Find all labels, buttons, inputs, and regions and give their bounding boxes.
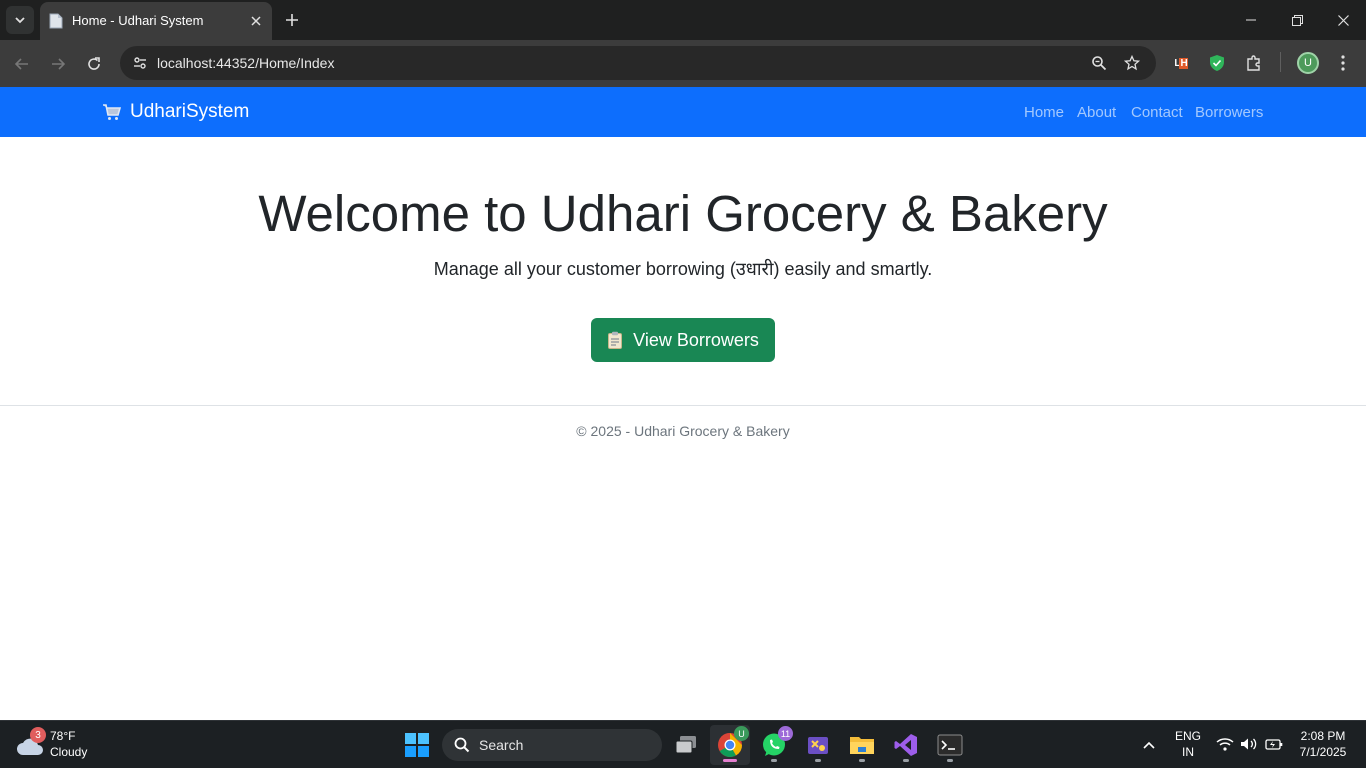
taskbar-search[interactable]: Search: [442, 729, 662, 761]
brand-name: UdhariSystem: [130, 101, 250, 122]
site-info-button[interactable]: [126, 49, 154, 77]
toolbar-divider: [1280, 52, 1281, 72]
region-label: IN: [1182, 745, 1194, 759]
reload-button[interactable]: [80, 50, 108, 78]
nav-about[interactable]: About: [1077, 104, 1116, 121]
search-icon: [454, 737, 470, 753]
snipping-tool-icon: [808, 737, 828, 754]
clock-time: 2:08 PM: [1300, 729, 1346, 743]
forward-button[interactable]: [44, 50, 72, 78]
wifi-icon: [1216, 738, 1234, 751]
clipboard-icon: [608, 331, 623, 349]
lighthouse-extension-button[interactable]: LH: [1168, 50, 1194, 76]
restore-button[interactable]: [1274, 0, 1320, 40]
restore-icon: [1291, 14, 1303, 26]
whatsapp-unread-badge: 11: [778, 726, 793, 741]
view-borrowers-label: View Borrowers: [633, 329, 759, 350]
arrow-right-icon: [52, 58, 66, 70]
zoom-icon: [1092, 56, 1107, 71]
taskbar-whatsapp[interactable]: 11: [754, 725, 794, 765]
nav-borrowers[interactable]: Borrowers: [1195, 104, 1263, 121]
tune-icon: [134, 57, 146, 69]
show-hidden-icons-button[interactable]: [1130, 725, 1168, 765]
browser-tab[interactable]: Home - Udhari System: [40, 2, 272, 40]
puzzle-icon: [1247, 55, 1260, 71]
chevron-down-icon: [15, 17, 25, 24]
browser-tab-strip: Home - Udhari System: [0, 0, 1366, 40]
page-subtitle: Manage all your customer borrowing (उधार…: [433, 259, 933, 279]
taskbar-task-view[interactable]: [666, 725, 706, 765]
taskbar-file-explorer[interactable]: [842, 725, 882, 765]
browser-toolbar: localhost:44352/Home/Index LH: [0, 40, 1366, 87]
running-indicator: [859, 759, 865, 762]
taskbar-snipping-tool[interactable]: [798, 725, 838, 765]
bookmark-button[interactable]: [1120, 51, 1144, 75]
brand-link[interactable]: UdhariSystem: [102, 101, 249, 123]
close-icon: [1337, 14, 1349, 26]
profile-avatar[interactable]: U: [1297, 52, 1319, 74]
back-button[interactable]: [8, 50, 36, 78]
windows-taskbar: 3 78°F Cloudy Search U 11 ENG IN 2:08 PM…: [0, 720, 1366, 768]
footer-copyright: © 2025 - Udhari Grocery & Bakery: [576, 423, 790, 439]
weather-condition: Cloudy: [50, 745, 88, 759]
plus-icon: [286, 14, 298, 26]
tab-search-button[interactable]: [6, 6, 34, 34]
minimize-button[interactable]: [1228, 0, 1274, 40]
tab-close-button[interactable]: [248, 13, 264, 29]
more-vertical-icon: [1341, 55, 1345, 71]
nav-home[interactable]: Home: [1024, 104, 1064, 121]
visual-studio-icon: [894, 734, 917, 756]
nav-contact[interactable]: Contact: [1131, 104, 1183, 121]
folder-icon: [850, 737, 874, 754]
view-borrowers-button[interactable]: View Borrowers: [591, 318, 775, 362]
weather-temperature: 78°F: [50, 729, 76, 743]
footer-divider: [0, 405, 1366, 406]
task-view-icon: [675, 736, 696, 754]
page-title: Welcome to Udhari Grocery & Bakery: [258, 185, 1108, 242]
reload-icon: [88, 57, 100, 70]
shield-extension-button[interactable]: [1204, 50, 1230, 76]
close-window-button[interactable]: [1320, 0, 1366, 40]
page-icon: [49, 13, 63, 29]
terminal-icon: [937, 734, 963, 756]
menu-button[interactable]: [1330, 50, 1356, 76]
shopping-cart-icon: [103, 104, 122, 120]
weather-alert-badge: 3: [30, 727, 46, 743]
clock[interactable]: 2:08 PM 7/1/2025: [1288, 727, 1358, 763]
active-indicator: [723, 759, 737, 762]
minimize-icon: [1246, 19, 1256, 21]
taskbar-terminal[interactable]: [930, 725, 970, 765]
start-button[interactable]: [397, 725, 437, 765]
shield-icon: [1210, 55, 1224, 71]
close-icon: [251, 16, 261, 26]
extensions-button[interactable]: [1241, 50, 1267, 76]
volume-icon: [1241, 738, 1257, 750]
zoom-button[interactable]: [1087, 51, 1111, 75]
tab-title: Home - Udhari System: [72, 13, 204, 28]
running-indicator: [771, 759, 777, 762]
arrow-left-icon: [14, 58, 28, 70]
system-tray-status[interactable]: [1212, 731, 1286, 759]
address-bar[interactable]: localhost:44352/Home/Index: [120, 46, 1156, 80]
new-tab-button[interactable]: [280, 8, 304, 32]
lighthouse-icon: LH: [1174, 57, 1188, 69]
search-label: Search: [479, 737, 524, 753]
taskbar-visual-studio[interactable]: [886, 725, 926, 765]
url-text[interactable]: localhost:44352/Home/Index: [157, 55, 334, 71]
running-indicator: [947, 759, 953, 762]
taskbar-chrome[interactable]: U: [710, 725, 750, 765]
running-indicator: [815, 759, 821, 762]
chrome-profile-badge: U: [734, 726, 749, 741]
language-indicator[interactable]: ENG IN: [1168, 727, 1208, 763]
star-icon: [1124, 55, 1140, 71]
chevron-up-icon: [1143, 741, 1155, 749]
site-navbar: UdhariSystem Home About Contact Borrower…: [0, 87, 1366, 137]
weather-widget[interactable]: 3 78°F Cloudy: [16, 727, 116, 763]
windows-logo-icon: [405, 733, 429, 757]
language-label: ENG: [1174, 729, 1201, 743]
battery-icon: [1265, 739, 1283, 750]
running-indicator: [903, 759, 909, 762]
clock-date: 7/1/2025: [1299, 745, 1347, 759]
